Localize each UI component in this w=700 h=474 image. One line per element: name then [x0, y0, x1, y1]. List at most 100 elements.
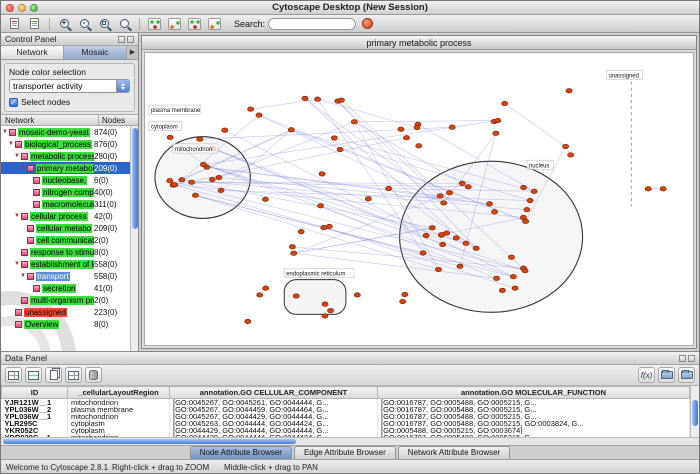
network-node[interactable]	[167, 135, 173, 139]
column-header-annotation-go-cellular-component[interactable]: annotation.GO CELLULAR_COMPONENT	[170, 387, 378, 399]
tab-edge-attribute-browser[interactable]: Edge Attribute Browser	[294, 446, 396, 459]
tree-item-establishment-of-lo[interactable]: ▼establishment of lo558(0)	[1, 258, 130, 270]
network-node[interactable]	[499, 288, 505, 292]
tree-item-response-to-stimulu[interactable]: response to stimulu8(0)	[1, 246, 130, 258]
table-row[interactable]: YKR052Ccytoplasm[GO:0044429, GO:0044444,…	[2, 427, 690, 434]
network-node[interactable]	[449, 125, 455, 129]
network-node[interactable]	[351, 119, 357, 123]
mosaic-plugin-button[interactable]	[359, 16, 376, 31]
network-node[interactable]	[326, 224, 332, 228]
search-input[interactable]	[268, 18, 356, 30]
network-node[interactable]	[512, 286, 518, 290]
zoom-in-button[interactable]: +	[56, 16, 73, 31]
table-scrollbar[interactable]	[690, 386, 699, 437]
network-node[interactable]	[288, 128, 294, 132]
network-node[interactable]	[337, 147, 343, 151]
float-panel-button[interactable]	[679, 355, 686, 362]
tree-expander-icon[interactable]: ▼	[13, 213, 21, 219]
network-node[interactable]	[440, 242, 446, 246]
show-graphics-button[interactable]	[146, 16, 163, 31]
float-panel-button[interactable]	[118, 36, 125, 43]
table-hscrollbar[interactable]	[1, 437, 699, 445]
tree-scrollbar-thumb[interactable]	[132, 128, 138, 229]
tree-item-nucleobase[interactable]: nucleobase,6(0)	[1, 174, 130, 186]
tree-item-biological-process[interactable]: ▼biological_process876(0)	[1, 138, 130, 150]
column-header-id[interactable]: ID	[2, 387, 68, 399]
network-graph[interactable]: plasma membranecytoplasmmitochondrionnuc…	[145, 53, 693, 345]
formula-builder-button[interactable]: f(x)	[638, 367, 655, 383]
network-node[interactable]	[291, 251, 297, 255]
network-node[interactable]	[197, 137, 203, 141]
tab-network-attribute-browser[interactable]: Network Attribute Browser	[398, 446, 510, 459]
tree-item-cell-communicati[interactable]: cell communicati2(0)	[1, 234, 130, 246]
network-node[interactable]	[172, 183, 178, 187]
annotation-button[interactable]	[186, 16, 203, 31]
network-node[interactable]	[331, 136, 337, 140]
network-node[interactable]	[338, 98, 344, 102]
network-node[interactable]	[179, 178, 185, 182]
network-view-title[interactable]: primary metabolic process	[142, 36, 696, 50]
network-node[interactable]	[435, 267, 441, 271]
network-node[interactable]	[660, 187, 666, 191]
tree-item-macromolecule[interactable]: macromolecule311(0)	[1, 198, 130, 210]
network-node[interactable]	[510, 274, 516, 278]
network-node[interactable]	[322, 314, 328, 318]
network-node[interactable]	[493, 276, 499, 280]
tree-item-cellular-metabo[interactable]: cellular metabo209(0)	[1, 222, 130, 234]
network-node[interactable]	[493, 131, 499, 135]
table-row[interactable]: YJR121W__1mitochondrion[GO:0045267, GO:0…	[2, 399, 690, 407]
network-node[interactable]	[453, 236, 459, 240]
network-node[interactable]	[645, 187, 651, 191]
network-node[interactable]	[200, 162, 206, 166]
import-attributes-button[interactable]	[658, 367, 675, 383]
network-node[interactable]	[167, 178, 173, 182]
network-node[interactable]	[441, 201, 447, 205]
tree-item-metabolic-process[interactable]: ▼metabolic process280(0)	[1, 150, 130, 162]
tree-expander-icon[interactable]: ▼	[13, 261, 21, 267]
tree-expander-icon[interactable]: ▼	[1, 129, 9, 135]
network-node[interactable]	[257, 293, 263, 297]
close-panel-button[interactable]	[127, 36, 134, 43]
network-node[interactable]	[414, 125, 420, 129]
network-node[interactable]	[222, 128, 228, 132]
network-node[interactable]	[502, 101, 508, 105]
select-attributes-button[interactable]	[5, 367, 22, 383]
table-row[interactable]: YPL036W__1mitochondrion[GO:0045267, GO:0…	[2, 413, 690, 420]
network-node[interactable]	[459, 181, 465, 185]
table-row[interactable]: YPL036W__2plasma membrane[GO:0045267, GO…	[2, 406, 690, 413]
tree-expander-icon[interactable]: ▼	[19, 273, 27, 279]
select-nodes-checkbox[interactable]: ✓	[9, 98, 18, 107]
network-node[interactable]	[245, 319, 251, 323]
network-node[interactable]	[402, 292, 408, 296]
network-node[interactable]	[218, 188, 224, 192]
column-header-cellularlayoutregion[interactable]: _cellularLayoutRegion	[68, 387, 170, 399]
tree-item-overview[interactable]: Overview8(0)	[1, 318, 130, 330]
tree-item-secretion[interactable]: secretion41(0)	[1, 282, 130, 294]
tree-scrollbar[interactable]	[130, 126, 138, 351]
network-node[interactable]	[262, 197, 268, 201]
network-node[interactable]	[524, 207, 530, 211]
table-row[interactable]: YLR295Ccytoplasm[GO:0045263, GO:0044444,…	[2, 420, 690, 427]
network-node[interactable]	[463, 241, 469, 245]
tab-mosaic[interactable]: Mosaic	[64, 46, 127, 59]
network-node[interactable]	[293, 294, 299, 298]
tree-item-nitrogen-compo[interactable]: nitrogen compo40(0)	[1, 186, 130, 198]
network-node[interactable]	[354, 293, 360, 297]
network-node[interactable]	[319, 172, 325, 176]
network-node[interactable]	[508, 255, 514, 259]
network-node[interactable]	[416, 144, 422, 148]
copy-attribute-button[interactable]	[45, 367, 62, 383]
tree-item-transport[interactable]: ▼transport558(0)	[1, 270, 130, 282]
network-node[interactable]	[486, 202, 492, 206]
network-node[interactable]	[495, 118, 501, 122]
network-node[interactable]	[437, 194, 443, 198]
vizmapper-button[interactable]	[206, 16, 223, 31]
create-attribute-button[interactable]	[25, 367, 42, 383]
network-node[interactable]	[298, 229, 304, 233]
network-node[interactable]	[365, 197, 371, 201]
network-node[interactable]	[317, 204, 323, 208]
tab-network[interactable]: Network	[1, 46, 64, 59]
delete-attribute-button[interactable]	[85, 367, 102, 383]
network-node[interactable]	[263, 286, 269, 290]
network-node[interactable]	[531, 189, 537, 193]
